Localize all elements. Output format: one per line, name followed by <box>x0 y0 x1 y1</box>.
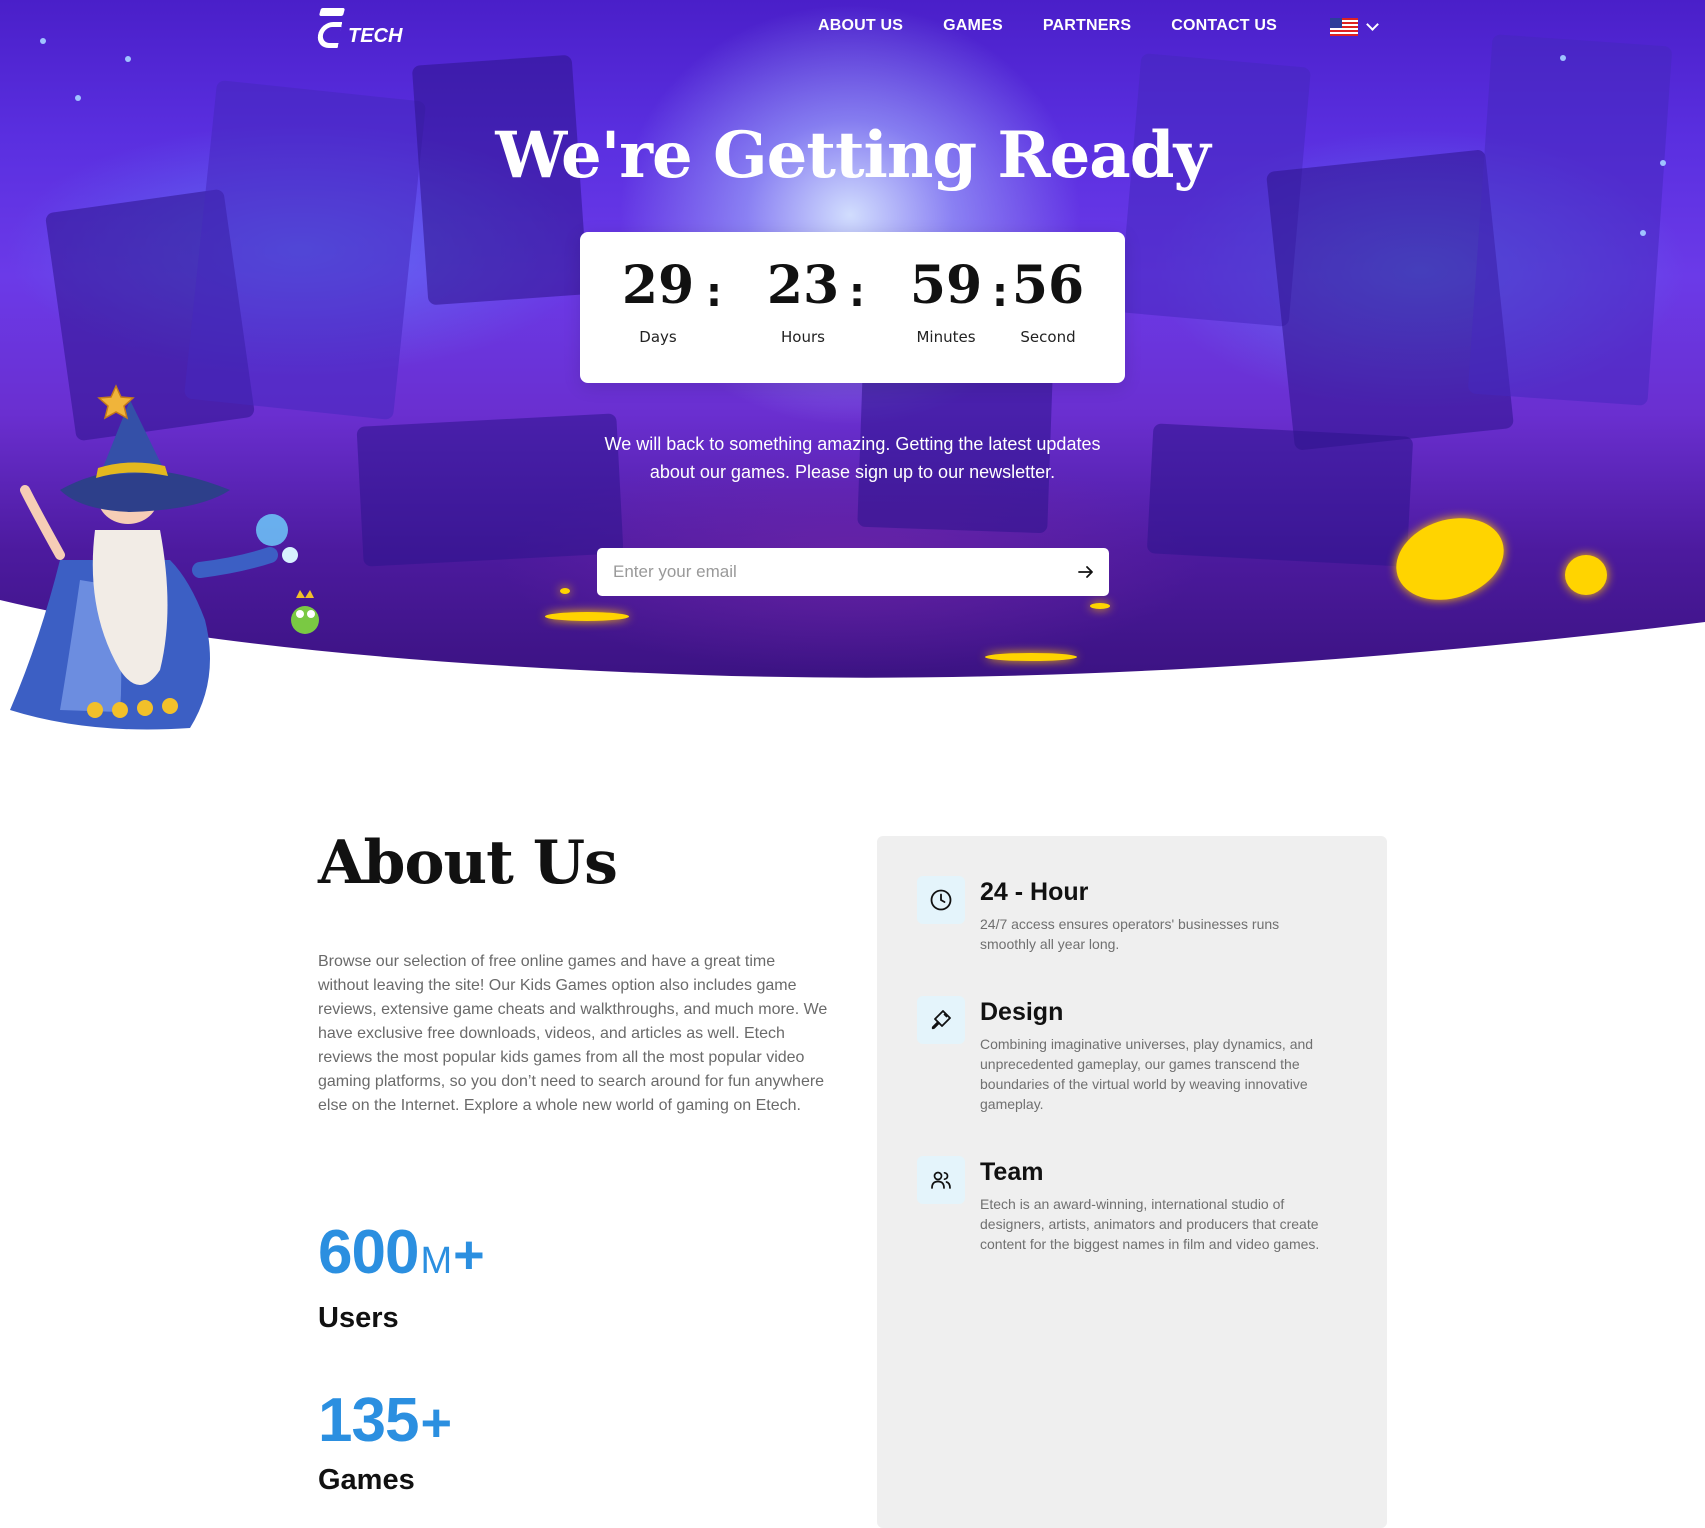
arrow-right-icon <box>1078 566 1093 578</box>
games-stat: 135 + Games <box>318 1386 452 1497</box>
games-stat-value: 135 <box>318 1386 419 1455</box>
feature-title: Team <box>980 1158 1044 1186</box>
countdown-days: 29 Days <box>603 232 713 347</box>
users-stat: 600 M + Users <box>318 1218 485 1335</box>
users-stat-unit: M <box>420 1240 452 1282</box>
countdown-seconds: 56 Second <box>993 232 1103 347</box>
nav-contact-us[interactable]: CONTACT US <box>1171 17 1277 35</box>
nav-about-us[interactable]: ABOUT US <box>818 17 903 35</box>
main-navigation: ABOUT US GAMES PARTNERS CONTACT US <box>818 17 1277 35</box>
newsletter-form <box>597 548 1109 596</box>
countdown-separator: : <box>706 270 722 316</box>
wizard-character-illustration <box>10 384 319 730</box>
email-input[interactable] <box>597 549 1063 595</box>
users-stat-value-group: 600 M + <box>318 1218 485 1296</box>
games-stat-caption: Games <box>318 1464 415 1496</box>
countdown-hours: 23 Hours <box>748 232 858 347</box>
about-title: About Us <box>318 828 618 898</box>
logo-text: TECH <box>348 25 403 47</box>
submit-arrow-button[interactable] <box>1063 549 1109 595</box>
countdown-minutes-value: 59 <box>909 255 983 316</box>
etech-logo-mark-icon <box>318 8 348 50</box>
users-stat-caption: Users <box>318 1302 399 1334</box>
us-flag-icon <box>1330 18 1358 36</box>
nav-games[interactable]: GAMES <box>943 17 1003 35</box>
countdown-separator: : <box>849 270 865 316</box>
countdown-hours-value: 23 <box>766 255 840 316</box>
feature-description: 24/7 access ensures operators' businesse… <box>980 916 1280 952</box>
countdown-hours-label: Hours <box>781 328 825 346</box>
clock-icon <box>917 876 965 924</box>
users-stat-suffix: + <box>453 1225 485 1285</box>
countdown-days-value: 29 <box>621 255 695 316</box>
feature-title: 24 - Hour <box>980 878 1089 906</box>
chevron-down-icon <box>1366 18 1379 31</box>
paintbrush-icon <box>917 996 965 1044</box>
nav-partners[interactable]: PARTNERS <box>1043 17 1131 35</box>
about-text: Browse our selection of free online game… <box>318 953 828 1114</box>
feature-description: Combining imaginative universes, play dy… <box>980 1036 1314 1112</box>
countdown-seconds-value: 56 <box>1011 255 1085 316</box>
users-icon <box>917 1156 965 1204</box>
etech-logo[interactable]: TECH <box>318 8 402 50</box>
games-stat-suffix: + <box>420 1393 452 1453</box>
users-stat-value: 600 <box>318 1218 419 1287</box>
countdown-timer: 29 Days : 23 Hours : 59 Minutes : 56 Sec… <box>580 232 1125 383</box>
countdown-seconds-label: Second <box>1020 328 1076 346</box>
hero-description: We will back to something amazing. Getti… <box>604 434 1101 482</box>
countdown-minutes-label: Minutes <box>916 328 976 346</box>
hero-title: We're Getting Ready <box>495 118 1210 193</box>
features-panel: 24 - Hour 24/7 access ensures operators'… <box>877 836 1387 1528</box>
countdown-days-label: Days <box>639 328 677 346</box>
language-selector[interactable] <box>1330 18 1379 36</box>
feature-title: Design <box>980 998 1064 1026</box>
games-stat-value-group: 135 + <box>318 1386 452 1458</box>
feature-description: Etech is an award-winning, international… <box>980 1196 1320 1252</box>
countdown-minutes: 59 Minutes <box>891 232 1001 347</box>
